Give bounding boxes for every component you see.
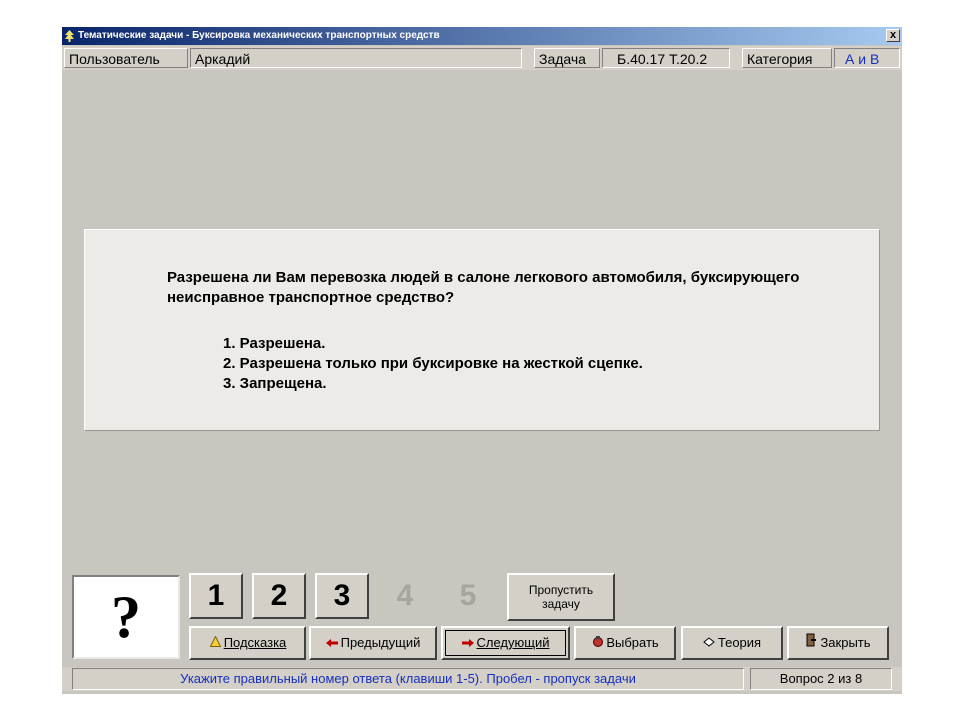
answer-button-3[interactable]: 3 bbox=[315, 573, 369, 619]
arrow-left-icon bbox=[326, 629, 339, 659]
question-panel: Разрешена ли Вам перевозка людей в салон… bbox=[84, 229, 880, 431]
answer-button-1[interactable]: 1 bbox=[189, 573, 243, 619]
answer-option: 1. Разрешена. bbox=[223, 335, 326, 352]
next-button[interactable]: Следующий bbox=[441, 626, 570, 660]
choose-button[interactable]: Выбрать bbox=[574, 626, 676, 660]
arrow-right-icon bbox=[462, 629, 475, 659]
answer-option: 2. Разрешена только при буксировке на же… bbox=[223, 355, 643, 372]
close-window-button[interactable]: x bbox=[886, 29, 900, 42]
next-label: Следующий bbox=[476, 635, 550, 650]
exit-icon bbox=[805, 629, 818, 659]
skip-label-line1: Пропустить bbox=[528, 583, 594, 597]
hint-button[interactable]: Подсказка bbox=[189, 626, 306, 660]
previous-label: Предыдущий bbox=[340, 635, 421, 650]
choose-label: Выбрать bbox=[606, 635, 659, 650]
app-window: Тематические задачи - Буксировка механич… bbox=[62, 27, 902, 694]
user-value: Аркадий bbox=[190, 48, 522, 68]
close-button[interactable]: Закрыть bbox=[787, 626, 889, 660]
skip-label-line2: задачу bbox=[542, 597, 580, 611]
status-bar: Укажите правильный номер ответа (клавиши… bbox=[62, 667, 902, 691]
window-title: Тематические задачи - Буксировка механич… bbox=[78, 30, 440, 41]
status-hint-text: Укажите правильный номер ответа (клавиши… bbox=[72, 668, 744, 690]
hint-label: Подсказка bbox=[223, 635, 287, 650]
theory-label: Теория bbox=[717, 635, 762, 650]
answer-option: 3. Запрещена. bbox=[223, 375, 327, 392]
close-label: Закрыть bbox=[820, 635, 871, 650]
app-tree-icon bbox=[65, 30, 74, 42]
user-label: Пользователь bbox=[64, 48, 188, 68]
category-label: Категория bbox=[742, 48, 832, 68]
previous-button[interactable]: Предыдущий bbox=[309, 626, 437, 660]
info-bar: Пользователь Аркадий Задача Б.40.17 Т.20… bbox=[62, 46, 902, 70]
skip-task-button[interactable]: Пропустить задачу bbox=[507, 573, 615, 621]
title-bar: Тематические задачи - Буксировка механич… bbox=[62, 27, 902, 45]
question-text: Разрешена ли Вам перевозка людей в салон… bbox=[167, 269, 800, 306]
theory-button[interactable]: Теория bbox=[681, 626, 783, 660]
answer-button-2[interactable]: 2 bbox=[252, 573, 306, 619]
question-counter: Вопрос 2 из 8 bbox=[750, 668, 892, 690]
category-value: А и В bbox=[834, 48, 900, 68]
task-value: Б.40.17 Т.20.2 bbox=[602, 48, 730, 68]
task-label: Задача bbox=[534, 48, 600, 68]
answer-button-5-disabled: 5 bbox=[459, 579, 477, 612]
hint-icon bbox=[209, 629, 222, 659]
answer-button-4-disabled: 4 bbox=[396, 579, 414, 612]
select-icon bbox=[591, 629, 604, 659]
answer-list: 1. Разрешена. 2. Разрешена только при бу… bbox=[223, 334, 643, 394]
theory-icon bbox=[703, 629, 716, 659]
answer-indicator: ? bbox=[72, 575, 180, 659]
